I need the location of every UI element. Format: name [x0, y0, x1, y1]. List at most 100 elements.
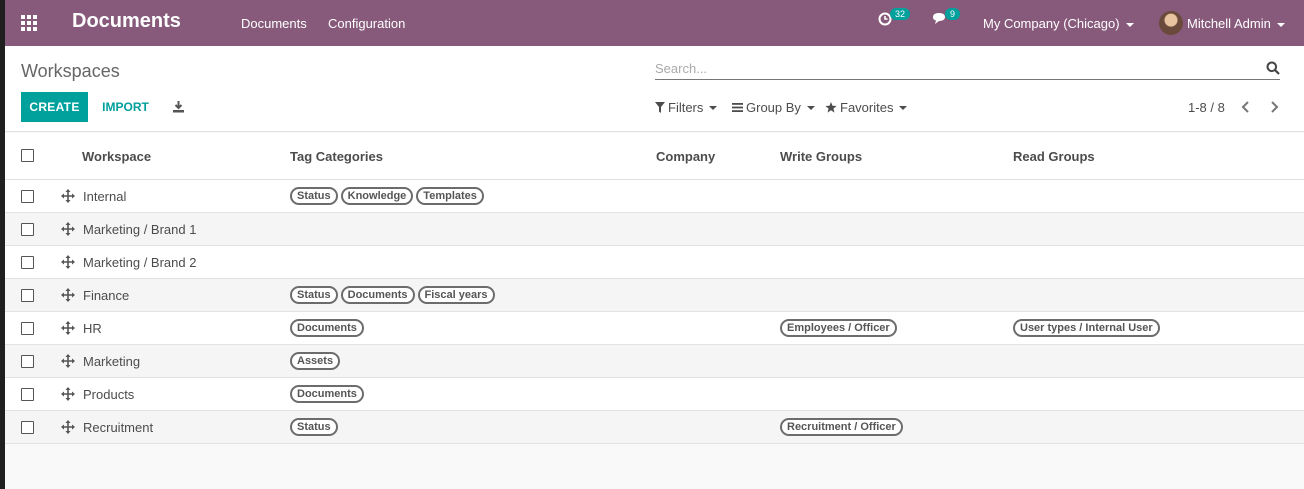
- drag-handle-icon[interactable]: [61, 420, 75, 434]
- caret-down-icon: [806, 105, 815, 110]
- user-avatar[interactable]: [1159, 11, 1183, 35]
- table-row[interactable]: Marketing / Brand 2: [5, 246, 1304, 279]
- drag-handle-icon[interactable]: [61, 354, 75, 368]
- column-workspace[interactable]: Workspace: [82, 149, 151, 164]
- column-company[interactable]: Company: [656, 149, 715, 164]
- row-checkbox[interactable]: [21, 256, 34, 269]
- menu-configuration[interactable]: Configuration: [328, 16, 405, 31]
- caret-down-icon: [1276, 22, 1285, 27]
- drag-handle-icon[interactable]: [61, 288, 75, 302]
- caret-down-icon: [899, 105, 908, 110]
- workspace-name: Internal: [83, 189, 127, 204]
- tag-category-cell: Status Documents Fiscal years: [290, 286, 495, 304]
- row-checkbox[interactable]: [21, 322, 34, 335]
- workspace-list: Workspace Tag Categories Company Write G…: [5, 133, 1304, 444]
- activity-count-badge: 32: [890, 8, 911, 20]
- favorites-dropdown[interactable]: Favorites: [825, 100, 908, 115]
- table-row[interactable]: Marketing / Brand 1: [5, 213, 1304, 246]
- table-row[interactable]: Internal Status Knowledge Templates: [5, 180, 1304, 213]
- tag-category-tag: Status: [290, 286, 338, 304]
- menu-documents[interactable]: Documents: [241, 16, 307, 31]
- workspace-name: Products: [83, 387, 135, 402]
- user-name: Mitchell Admin: [1187, 16, 1271, 31]
- list-icon: [732, 103, 743, 112]
- message-count-badge: 9: [945, 7, 961, 20]
- favorites-label: Favorites: [840, 100, 894, 115]
- workspace-name: Marketing / Brand 1: [83, 222, 197, 237]
- top-navbar: Documents Documents Configuration 32 9 M…: [5, 0, 1304, 46]
- table-body: Internal Status Knowledge Templates Marketin…: [5, 180, 1304, 444]
- control-panel: Workspaces CREATE IMPORT Filters Group B…: [5, 46, 1304, 132]
- column-tag-categories[interactable]: Tag Categories: [290, 149, 383, 164]
- workspace-name: Marketing: [83, 354, 141, 369]
- breadcrumb: Workspaces: [21, 61, 120, 81]
- create-button[interactable]: CREATE: [21, 92, 88, 122]
- row-checkbox[interactable]: [21, 223, 34, 236]
- app-title[interactable]: Documents: [72, 10, 181, 33]
- chevron-left-icon[interactable]: [1239, 100, 1253, 114]
- read-group-cell: User types / Internal User: [1013, 319, 1160, 337]
- import-button[interactable]: IMPORT: [93, 92, 158, 122]
- tag-category-tag: Documents: [340, 286, 415, 304]
- table-header: Workspace Tag Categories Company Write G…: [5, 133, 1304, 180]
- search-bar: [655, 58, 1280, 80]
- read-group-tag: User types / Internal User: [1013, 319, 1160, 337]
- select-all-checkbox[interactable]: [21, 149, 34, 162]
- tag-category-tag: Documents: [290, 319, 364, 337]
- tag-category-cell: Documents: [290, 319, 364, 337]
- caret-down-icon: [1125, 22, 1134, 27]
- write-group-cell: Employees / Officer: [780, 319, 897, 337]
- row-checkbox[interactable]: [21, 289, 34, 302]
- activity-button[interactable]: 32: [878, 8, 911, 26]
- tag-category-tag: Documents: [290, 385, 364, 403]
- table-row[interactable]: HR Documents Employees / Officer User types…: [5, 312, 1304, 345]
- drag-handle-icon[interactable]: [61, 222, 75, 236]
- table-row[interactable]: Products Documents: [5, 378, 1304, 411]
- drag-handle-icon[interactable]: [61, 189, 75, 203]
- write-group-tag: Recruitment / Officer: [780, 418, 903, 436]
- tag-category-cell: Status Knowledge Templates: [290, 187, 484, 205]
- row-checkbox[interactable]: [21, 190, 34, 203]
- tag-category-cell: Assets: [290, 352, 341, 370]
- company-switcher[interactable]: My Company (Chicago): [983, 16, 1134, 31]
- tag-category-tag: Status: [290, 418, 338, 436]
- messages-button[interactable]: 9: [932, 7, 961, 25]
- column-write-groups[interactable]: Write Groups: [780, 149, 862, 164]
- workspace-name: Marketing / Brand 2: [83, 255, 197, 270]
- groupby-label: Group By: [746, 100, 801, 115]
- company-name: My Company (Chicago): [983, 16, 1120, 31]
- tag-category-tag: Status: [290, 187, 338, 205]
- drag-handle-icon[interactable]: [61, 255, 75, 269]
- tag-category-tag: Templates: [416, 187, 484, 205]
- write-group-cell: Recruitment / Officer: [780, 418, 903, 436]
- row-checkbox[interactable]: [21, 421, 34, 434]
- row-checkbox[interactable]: [21, 388, 34, 401]
- star-icon: [825, 102, 837, 113]
- download-icon[interactable]: [172, 100, 185, 113]
- user-menu[interactable]: Mitchell Admin: [1187, 16, 1285, 31]
- table-row[interactable]: Recruitment Status Recruitment / Officer: [5, 411, 1304, 444]
- search-icon[interactable]: [1266, 61, 1280, 75]
- drag-handle-icon[interactable]: [61, 387, 75, 401]
- filters-dropdown[interactable]: Filters: [655, 100, 718, 115]
- tag-category-cell: Documents: [290, 385, 364, 403]
- filter-icon: [655, 102, 665, 113]
- table-row[interactable]: Finance Status Documents Fiscal years: [5, 279, 1304, 312]
- write-group-tag: Employees / Officer: [780, 319, 897, 337]
- tag-category-tag: Assets: [290, 352, 341, 370]
- drag-handle-icon[interactable]: [61, 321, 75, 335]
- caret-down-icon: [709, 105, 718, 110]
- filters-label: Filters: [668, 100, 704, 115]
- workspace-name: Recruitment: [83, 420, 154, 435]
- workspace-name: HR: [83, 321, 102, 336]
- window-edge: [0, 0, 5, 489]
- table-row[interactable]: Marketing Assets: [5, 345, 1304, 378]
- chevron-right-icon[interactable]: [1267, 100, 1281, 114]
- search-input[interactable]: [655, 58, 1245, 78]
- pager-value[interactable]: 1-8 / 8: [1188, 100, 1225, 115]
- row-checkbox[interactable]: [21, 355, 34, 368]
- workspace-name: Finance: [83, 288, 130, 303]
- groupby-dropdown[interactable]: Group By: [732, 100, 815, 115]
- column-read-groups[interactable]: Read Groups: [1013, 149, 1095, 164]
- apps-menu-icon[interactable]: [21, 15, 37, 31]
